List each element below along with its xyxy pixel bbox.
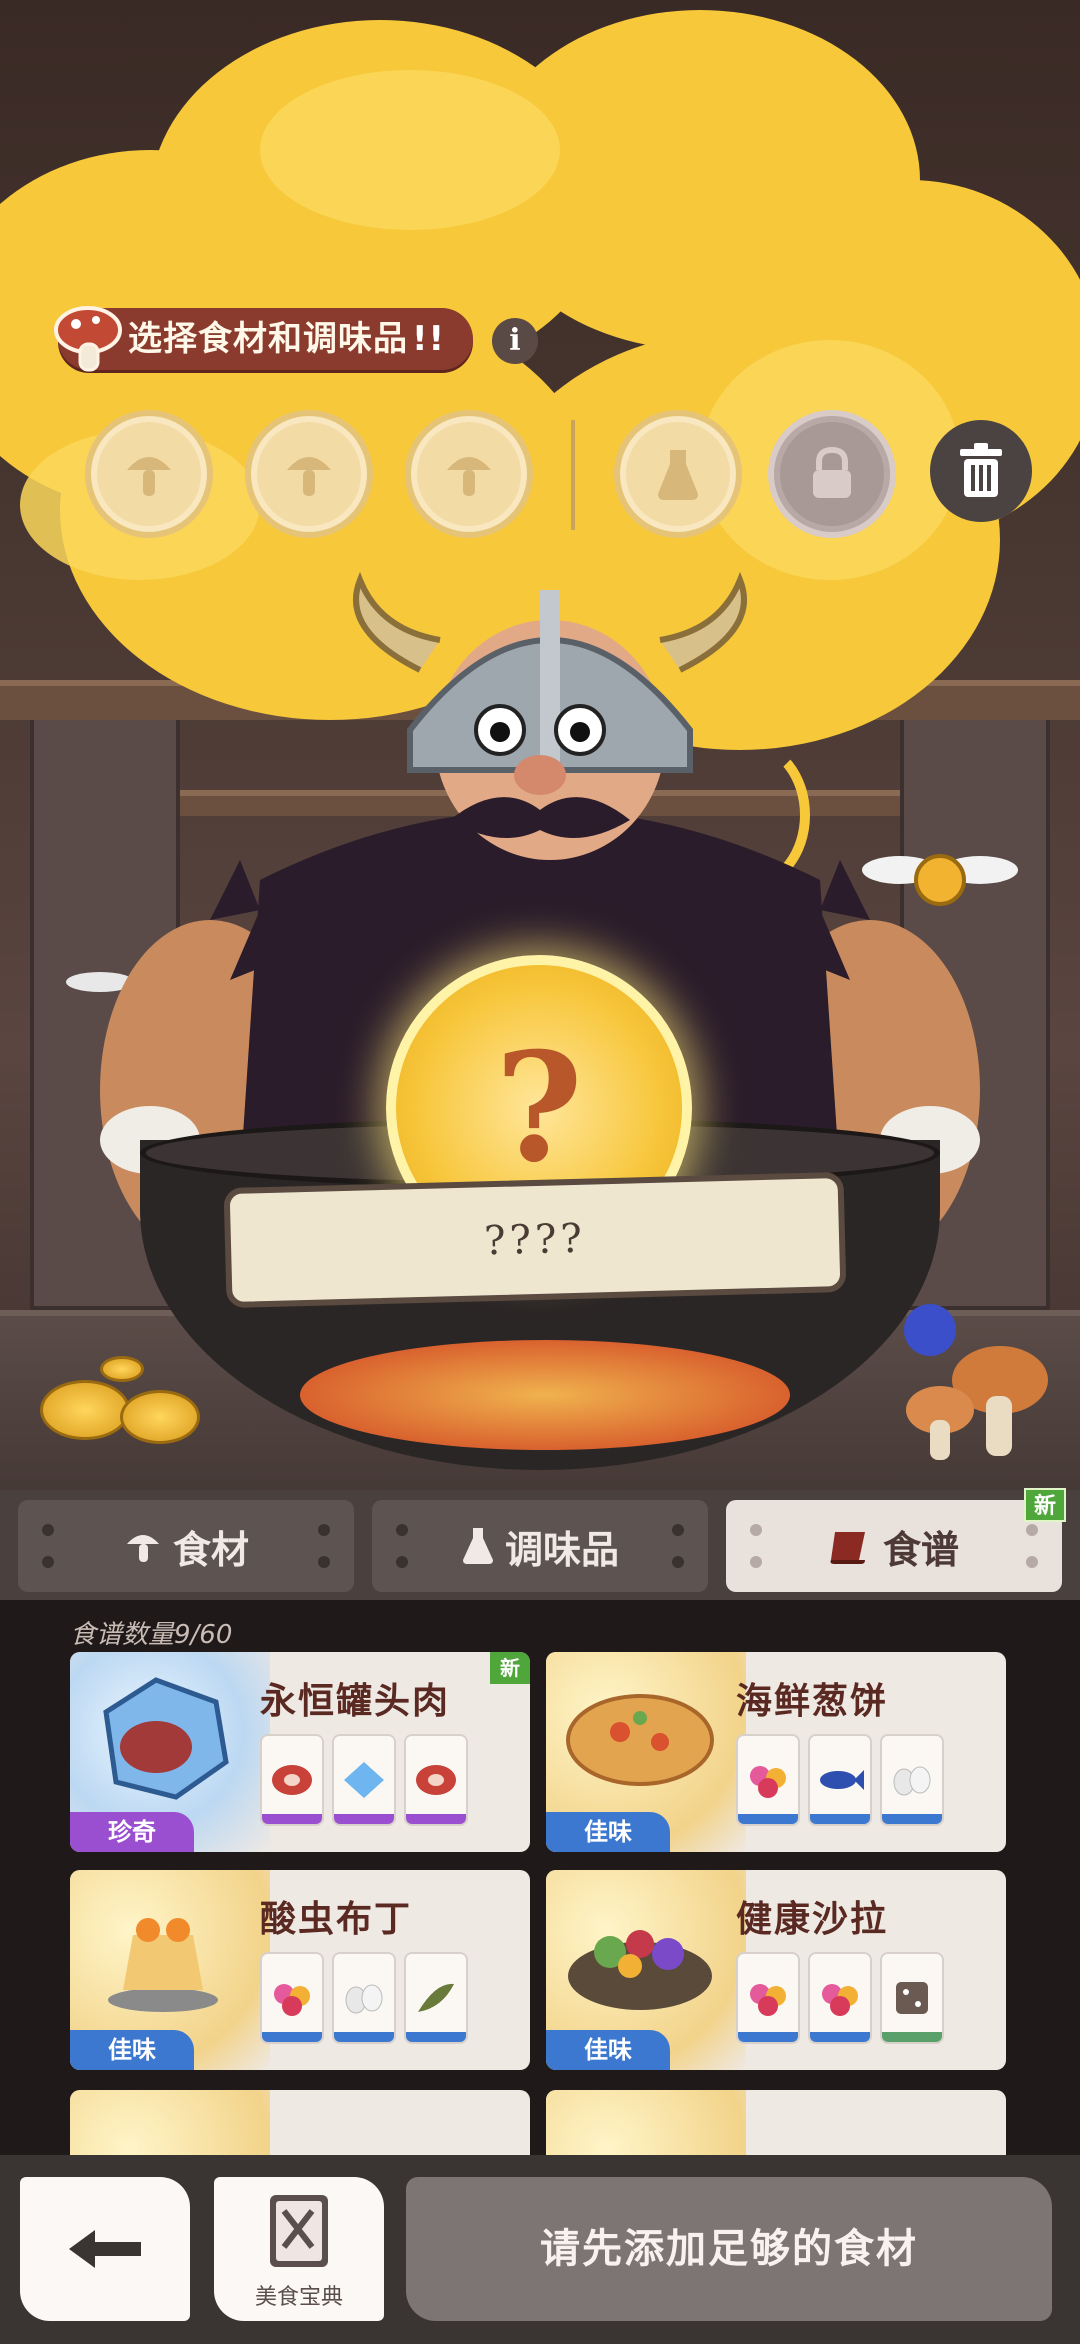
cookbook-button[interactable]: 美食宝典 — [214, 2177, 384, 2321]
recipe-name: 海鲜葱饼 — [736, 1681, 889, 1722]
result-name: ???? — [483, 1215, 587, 1265]
ingredient-slot-2[interactable] — [245, 410, 373, 538]
recipe-card[interactable]: 佳味 酸虫布丁 — [70, 1870, 530, 2070]
flask-icon — [462, 1528, 493, 1564]
tab-recipes[interactable]: 食谱 — [726, 1500, 1062, 1592]
seasoning-slot[interactable] — [614, 410, 742, 538]
dish-healthy-salad-icon — [568, 1930, 712, 2010]
mushroom-icon — [447, 457, 491, 496]
meat-icon — [260, 1734, 324, 1826]
tab-label: 食谱 — [882, 1527, 959, 1572]
ingredient-slot-1[interactable] — [85, 410, 213, 538]
eggs-icon — [332, 1952, 396, 2044]
dish-seafood-pancake-icon — [566, 1694, 714, 1786]
eggs-icon — [880, 1734, 944, 1826]
back-button[interactable] — [20, 2177, 190, 2321]
fish-icon — [808, 1734, 872, 1826]
tab-ingredients[interactable]: 食材 — [18, 1500, 354, 1592]
coin-icon — [40, 1380, 130, 1440]
rarity-badge: 珍奇 — [70, 1812, 194, 1852]
mushroom-icon — [287, 457, 331, 496]
coin-icon — [100, 1356, 144, 1382]
berries-icon — [808, 1952, 872, 2044]
cookbook-icon — [270, 2195, 328, 2267]
berries-icon — [260, 1952, 324, 2044]
dish-eternal-canned-meat-icon — [103, 1677, 229, 1800]
slot-divider — [571, 420, 575, 530]
rarity-badge: 佳味 — [546, 2030, 670, 2070]
mushroom-icon — [54, 306, 122, 372]
new-badge: 新 — [490, 1652, 530, 1684]
pot-soup — [300, 1340, 790, 1450]
mushroom-icon — [126, 1535, 159, 1562]
result-question-mark: ? — [495, 1020, 583, 1196]
recipe-scroll-icon — [830, 1532, 865, 1564]
result-name-scroll: ???? — [223, 1171, 847, 1309]
rarity-badge: 佳味 — [546, 1812, 670, 1852]
cookbook-label: 美食宝典 — [254, 2285, 343, 2310]
recipe-card[interactable]: 佳味 海鲜葱饼 — [546, 1652, 1006, 1852]
dish-sour-bug-pudding-icon — [108, 1918, 218, 2012]
recipe-card[interactable] — [70, 2090, 530, 2155]
mushroom-icon — [127, 457, 171, 496]
tab-label: 食材 — [172, 1527, 249, 1572]
recipe-count: 食谱数量9/60 — [70, 1620, 233, 1650]
tab-label: 调味品 — [504, 1527, 619, 1572]
locked-slot — [768, 410, 896, 538]
trash-button[interactable] — [930, 420, 1032, 522]
bottom-action-bar: 美食宝典 请先添加足够的食材 — [0, 2155, 1080, 2344]
herb-icon — [404, 1952, 468, 2044]
recipe-card[interactable]: 佳味 健康沙拉 — [546, 1870, 1006, 2070]
rarity-badge: 佳味 — [70, 2030, 194, 2070]
recipe-name: 永恒罐头肉 — [260, 1681, 451, 1722]
tab-seasonings[interactable]: 调味品 — [372, 1500, 708, 1592]
meat-icon — [404, 1734, 468, 1826]
berries-icon — [736, 1952, 800, 2044]
recipe-name: 健康沙拉 — [736, 1899, 889, 1940]
mushroom-pile-icon — [904, 1304, 1048, 1460]
category-tabs: 食材 调味品 食谱 — [0, 1490, 1080, 1600]
coin-icon — [120, 1390, 200, 1444]
recipes-new-badge: 新 — [1024, 1488, 1066, 1522]
ingredient-slot-3[interactable] — [405, 410, 533, 538]
recipe-list[interactable]: 食谱数量9/60 珍奇 永恒罐头肉 新 佳味 海鲜葱饼 佳味 酸虫布丁 佳味 健… — [0, 1600, 1080, 2155]
info-icon[interactable]: i — [492, 318, 538, 364]
back-arrow-icon — [69, 2230, 141, 2268]
recipe-name: 酸虫布丁 — [260, 1899, 413, 1940]
flask-icon — [658, 450, 698, 500]
ice-crystal-icon — [332, 1734, 396, 1826]
trash-icon — [960, 443, 1002, 497]
recipe-card[interactable]: 珍奇 永恒罐头肉 新 — [70, 1652, 530, 1852]
lock-icon — [813, 446, 851, 498]
cook-button[interactable]: 请先添加足够的食材 — [406, 2177, 1052, 2321]
title-text: 选择食材和调味品 — [128, 319, 408, 359]
berries-icon — [736, 1734, 800, 1826]
mystery-dice-icon — [880, 1952, 944, 2044]
recipe-card[interactable] — [546, 2090, 1006, 2155]
exclaim-text: !! — [412, 319, 446, 359]
